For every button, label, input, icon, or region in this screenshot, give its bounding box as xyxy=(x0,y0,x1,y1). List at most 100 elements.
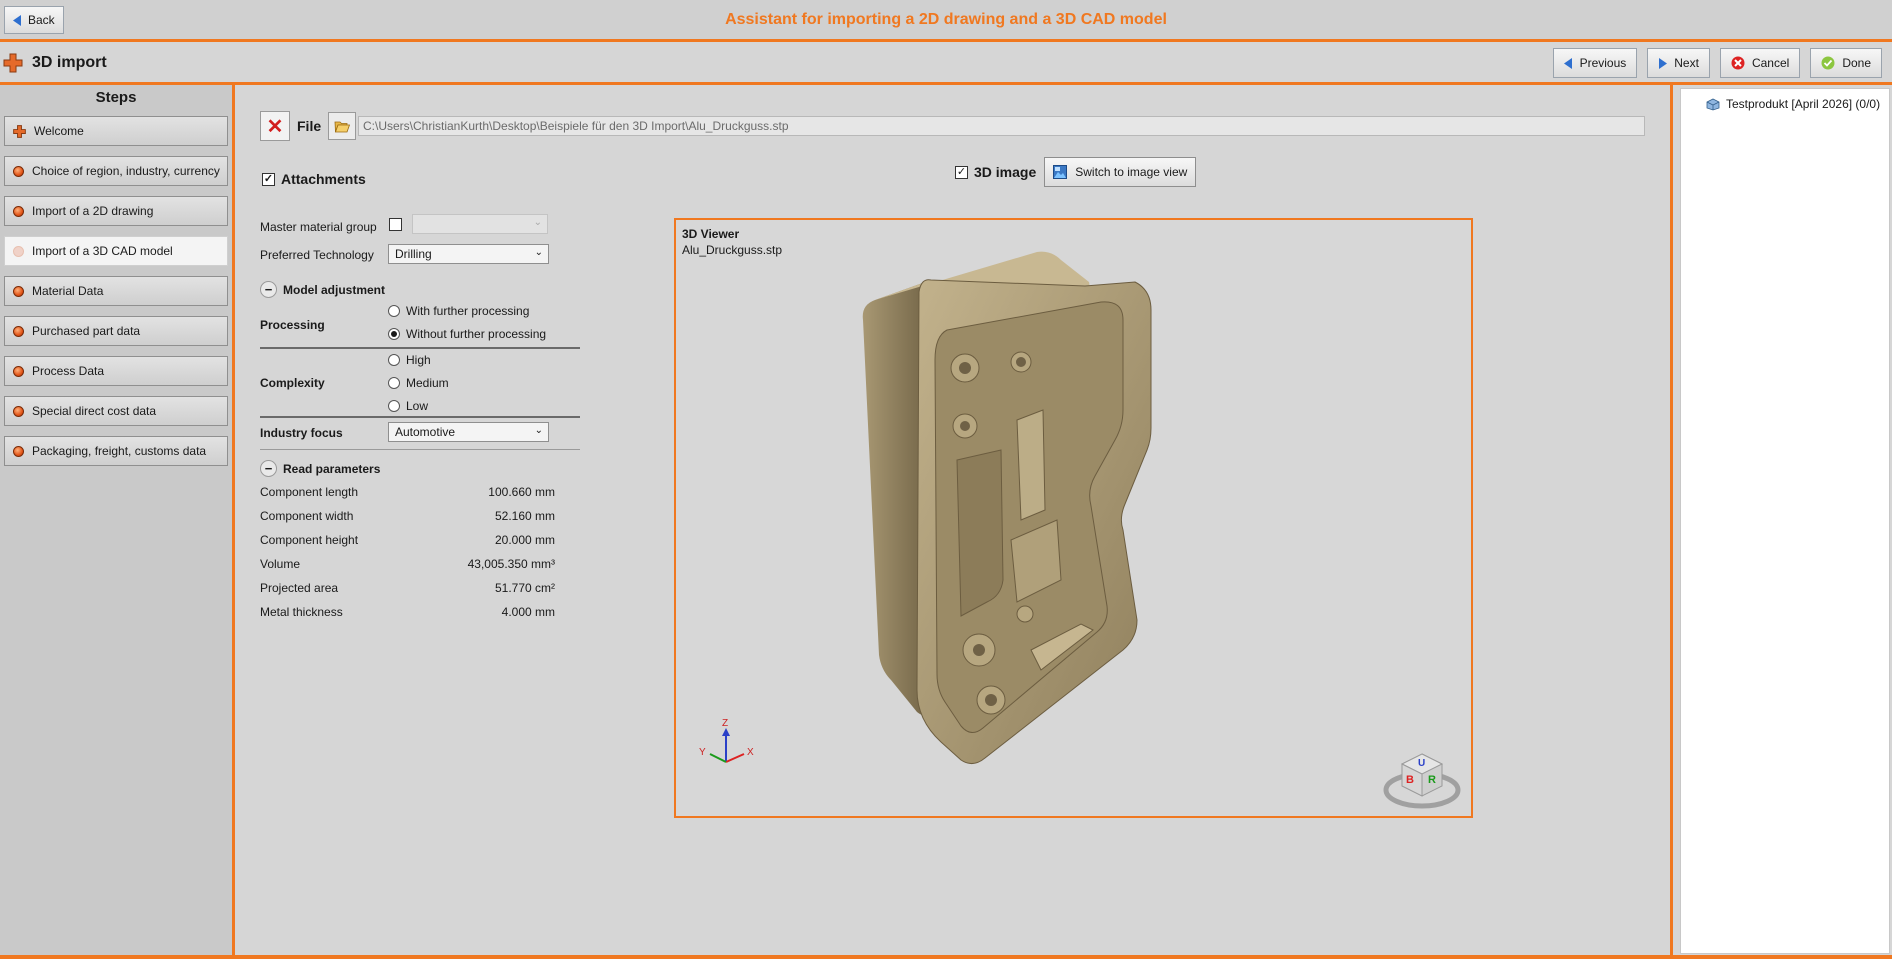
step-process-data[interactable]: Process Data xyxy=(4,356,228,386)
radio-label: Medium xyxy=(406,376,449,390)
param-value: 52.160 mm xyxy=(494,509,555,523)
pale-dot-icon xyxy=(13,245,24,257)
step-packaging-freight-customs[interactable]: Packaging, freight, customs data xyxy=(4,436,228,466)
3d-image-checkbox[interactable]: ✓ xyxy=(955,165,968,179)
cancel-button[interactable]: Cancel xyxy=(1719,48,1801,78)
industry-focus-select[interactable]: Automotive ⌄ xyxy=(388,422,549,442)
axis-y-label: Y xyxy=(699,747,706,758)
processing-label: Processing xyxy=(260,318,325,332)
master-material-group-select[interactable]: ⌄ xyxy=(412,214,548,234)
param-value: 4.000 mm xyxy=(501,605,555,619)
collapse-icon[interactable]: − xyxy=(260,281,277,298)
bottom-accent-line xyxy=(0,955,1892,959)
step-welcome[interactable]: Welcome xyxy=(4,116,228,146)
step-special-direct-cost-data[interactable]: Special direct cost data xyxy=(4,396,228,426)
page-title: 3D import xyxy=(32,54,107,71)
cancel-icon xyxy=(1731,56,1745,70)
attachments-checkbox-row[interactable]: ✓ Attachments xyxy=(262,171,366,187)
app-title: Assistant for importing a 2D drawing and… xyxy=(725,11,1167,28)
3d-image-toggle-row: ✓ 3D image Switch to image view xyxy=(955,157,1197,187)
image-view-icon xyxy=(1053,165,1068,179)
arrow-right-icon xyxy=(1659,57,1668,69)
divider xyxy=(260,347,580,349)
param-label: Metal thickness xyxy=(260,605,343,619)
attachments-checkbox[interactable]: ✓ xyxy=(262,172,275,186)
view-cube-top-label: U xyxy=(1418,758,1426,769)
next-button[interactable]: Next xyxy=(1647,48,1710,78)
param-value: 51.770 cm² xyxy=(494,581,555,595)
processing-option-with[interactable]: With further processing xyxy=(388,304,529,318)
complexity-option-low[interactable]: Low xyxy=(388,399,428,413)
master-material-group-checkbox[interactable] xyxy=(389,218,402,231)
orange-dot-icon xyxy=(13,205,24,217)
plus-icon xyxy=(3,53,23,73)
collapse-icon[interactable]: − xyxy=(260,460,277,477)
model-adjustment-section[interactable]: − Model adjustment xyxy=(260,281,385,298)
tree-item-label: Testprodukt [April 2026] (0/0) xyxy=(1726,97,1881,111)
page-header: 3D import Previous Next Cancel Done xyxy=(0,42,1892,85)
step-purchased-part-data[interactable]: Purchased part data xyxy=(4,316,228,346)
file-label: File xyxy=(297,118,322,134)
param-value: 100.660 mm xyxy=(488,485,555,499)
complexity-option-medium[interactable]: Medium xyxy=(388,376,449,390)
orange-dot-icon xyxy=(13,285,24,297)
radio-label: Low xyxy=(406,399,429,413)
divider xyxy=(260,449,580,450)
file-path-input[interactable] xyxy=(358,116,1645,136)
param-label: Component height xyxy=(260,533,359,547)
steps-panel: Steps Welcome Choice of region, industry… xyxy=(0,85,235,959)
switch-to-image-view-button[interactable]: Switch to image view xyxy=(1044,157,1197,187)
step-label: Welcome xyxy=(34,124,84,138)
param-value: 20.000 mm xyxy=(494,533,555,547)
radio-label: Without further processing xyxy=(406,327,547,341)
master-material-group-label: Master material group xyxy=(260,220,377,234)
viewer-filename: Alu_Druckguss.stp xyxy=(682,243,783,257)
browse-file-button[interactable] xyxy=(328,112,357,140)
step-region-industry-currency[interactable]: Choice of region, industry, currency xyxy=(4,156,228,186)
done-button[interactable]: Done xyxy=(1810,48,1882,78)
switch-to-image-view-label: Switch to image view xyxy=(1075,165,1188,179)
param-label: Component length xyxy=(260,485,359,499)
step-import-2d-drawing[interactable]: Import of a 2D drawing xyxy=(4,196,228,226)
step-label: Import of a 2D drawing xyxy=(32,204,154,218)
orange-dot-icon xyxy=(13,445,24,457)
complexity-label: Complexity xyxy=(260,376,325,390)
preferred-technology-value: Drilling xyxy=(395,247,432,261)
preferred-technology-select[interactable]: Drilling ⌄ xyxy=(388,244,549,264)
step-label: Process Data xyxy=(32,364,105,378)
orange-dot-icon xyxy=(13,325,24,337)
tree-item-product[interactable]: Testprodukt [April 2026] (0/0) xyxy=(1706,97,1880,111)
view-cube-left-label: B xyxy=(1406,774,1414,786)
orange-dot-icon xyxy=(13,165,24,177)
radio-button[interactable] xyxy=(388,354,400,366)
3d-model[interactable] xyxy=(861,250,1161,770)
file-row: ✕ File xyxy=(260,111,357,141)
read-parameters-section[interactable]: − Read parameters xyxy=(260,460,380,477)
previous-button[interactable]: Previous xyxy=(1552,48,1638,78)
step-label: Material Data xyxy=(32,284,104,298)
axis-z-label: Z xyxy=(722,718,729,729)
3d-viewer[interactable]: 3D Viewer Alu_Druckguss.stp Z Y X U B R xyxy=(674,218,1473,818)
product-tree[interactable]: Testprodukt [April 2026] (0/0) xyxy=(1680,88,1890,954)
plus-icon xyxy=(13,124,26,138)
param-label: Component width xyxy=(260,509,354,523)
chevron-down-icon: ⌄ xyxy=(533,217,542,228)
radio-label: High xyxy=(406,353,431,367)
complexity-option-high[interactable]: High xyxy=(388,353,431,367)
radio-button[interactable] xyxy=(388,377,400,389)
processing-option-without[interactable]: Without further processing xyxy=(388,327,546,341)
view-cube-icon[interactable] xyxy=(1382,740,1462,810)
step-material-data[interactable]: Material Data xyxy=(4,276,228,306)
radio-button[interactable] xyxy=(388,400,400,412)
viewer-title: 3D Viewer xyxy=(682,227,740,241)
step-import-3d-cad-model[interactable]: Import of a 3D CAD model xyxy=(4,236,228,266)
radio-button[interactable] xyxy=(388,328,400,340)
step-label: Packaging, freight, customs data xyxy=(32,444,207,458)
folder-open-icon xyxy=(334,121,351,132)
remove-file-button[interactable]: ✕ xyxy=(260,111,290,141)
product-tree-panel: Testprodukt [April 2026] (0/0) xyxy=(1670,85,1892,959)
radio-button[interactable] xyxy=(388,305,400,317)
param-label: Projected area xyxy=(260,581,339,595)
radio-label: With further processing xyxy=(406,304,530,318)
view-cube-right-label: R xyxy=(1428,774,1436,786)
